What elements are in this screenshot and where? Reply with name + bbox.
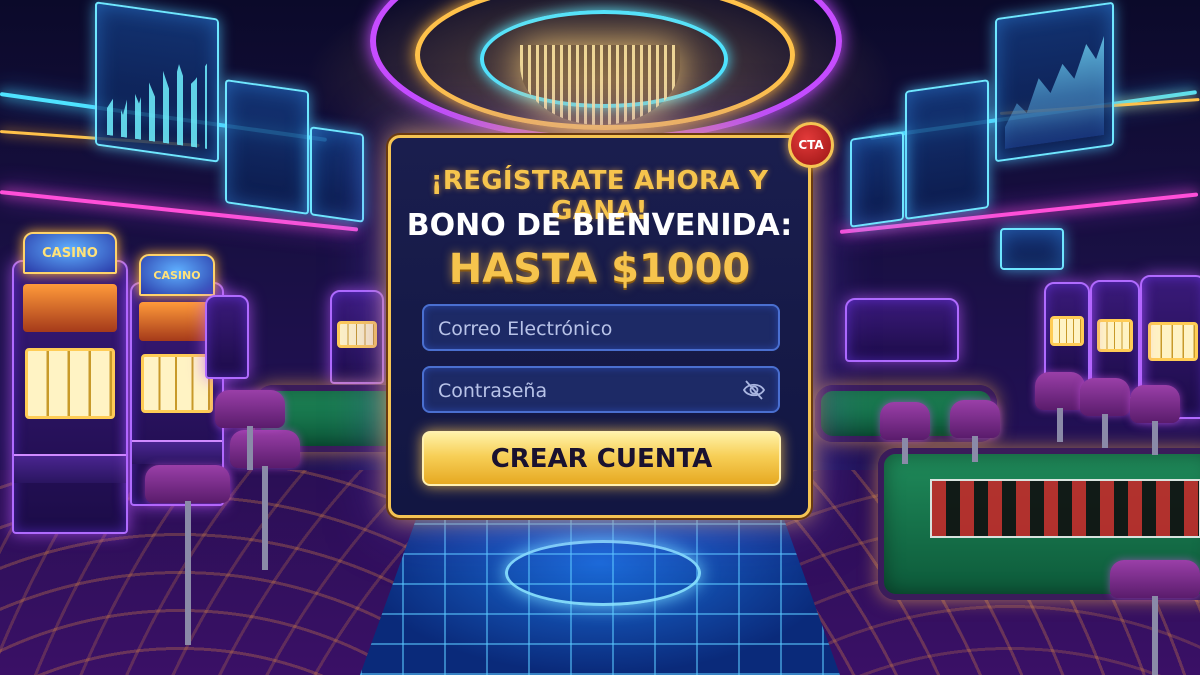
slot-machine-left-far <box>330 290 384 384</box>
create-account-button[interactable]: CREAR CUENTA <box>422 431 781 486</box>
slot-topper-label: CASINO <box>153 268 201 282</box>
stool-left-1 <box>145 465 230 645</box>
screen-chart-wave <box>1005 25 1104 149</box>
data-screen-left-2 <box>225 79 309 215</box>
slot-reels <box>1096 318 1134 353</box>
slot-machine-right-third <box>1044 282 1090 386</box>
data-screen-right-3 <box>850 131 904 228</box>
slot-reels <box>1148 321 1198 362</box>
slot-topper-label: CASINO <box>42 245 98 261</box>
slot-reels <box>337 320 377 349</box>
slot-reels <box>1050 316 1084 346</box>
promo-subheadline: BONO DE BIENVENIDA: <box>406 208 793 243</box>
stool-right-4 <box>880 402 930 464</box>
slot-panel <box>139 301 215 342</box>
slot-topper: CASINO <box>139 254 215 296</box>
data-screen-left-3 <box>310 126 364 223</box>
slot-topper: CASINO <box>22 232 118 274</box>
password-field[interactable] <box>422 366 780 413</box>
slot-machine-right-far <box>845 298 959 362</box>
data-screen-right-1 <box>995 1 1114 163</box>
floor-ring <box>505 540 701 606</box>
slot-panel <box>22 283 118 333</box>
slot-reels <box>141 354 213 414</box>
data-screen-left-1 <box>95 1 219 163</box>
eye-slash-icon[interactable] <box>742 379 766 401</box>
stool-right-2 <box>1080 378 1130 448</box>
stool-right-3 <box>1130 385 1180 455</box>
bonus-amount: HASTA $1000 <box>448 246 751 292</box>
slot-machine-left-front: CASINO <box>12 232 128 534</box>
stool-left-3 <box>215 390 285 470</box>
slot-machine-left-far-2 <box>205 295 249 379</box>
slot-deck <box>14 454 126 484</box>
stool-right-5 <box>950 400 1000 462</box>
email-field[interactable] <box>422 304 780 351</box>
slot-deck <box>132 440 222 465</box>
stool-right-front <box>1110 560 1200 675</box>
screen-chart-bars <box>107 45 207 149</box>
slot-reels <box>25 348 115 420</box>
roulette-betting-grid <box>930 479 1200 538</box>
signup-modal: ¡REGÍSTRATE AHORA Y GANA! BONO DE BIENVE… <box>388 135 811 518</box>
stool-right-1 <box>1035 372 1085 442</box>
data-screen-right-2 <box>905 79 989 220</box>
password-input[interactable] <box>436 368 740 413</box>
cta-badge: CTA <box>788 122 834 168</box>
email-input[interactable] <box>436 306 740 351</box>
data-screen-right-small <box>1000 228 1064 270</box>
